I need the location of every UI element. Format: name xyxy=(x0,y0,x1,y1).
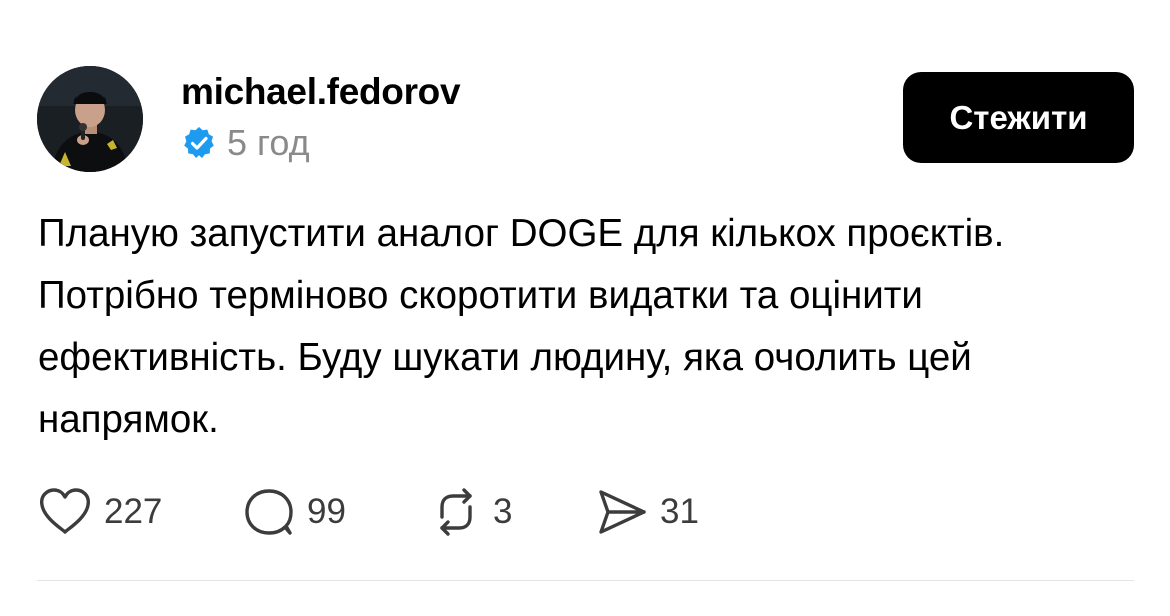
post-meta: 5 год xyxy=(181,120,310,166)
avatar-photo xyxy=(37,66,143,172)
verified-badge-icon xyxy=(181,125,217,161)
share-button[interactable]: 31 xyxy=(596,486,699,538)
username[interactable]: michael.fedorov xyxy=(181,68,461,116)
comment-button[interactable]: 99 xyxy=(243,486,431,538)
divider xyxy=(37,580,1134,581)
post-actions: 227 99 3 31 xyxy=(38,486,699,538)
thread-post: michael.fedorov 5 год Стежити Планую зап… xyxy=(0,0,1170,616)
share-count: 31 xyxy=(660,492,699,531)
like-count: 227 xyxy=(104,492,163,531)
post-text: Планую запустити аналог DOGE для кількох… xyxy=(38,212,1005,441)
heart-icon xyxy=(38,487,92,537)
send-icon xyxy=(596,487,648,537)
comment-bubble-icon xyxy=(243,487,295,537)
repost-icon xyxy=(431,487,481,537)
comment-count: 99 xyxy=(307,492,346,531)
repost-button[interactable]: 3 xyxy=(431,486,596,538)
like-button[interactable]: 227 xyxy=(38,486,243,538)
repost-count: 3 xyxy=(493,492,513,531)
follow-button[interactable]: Стежити xyxy=(903,72,1134,163)
post-time: 5 год xyxy=(227,122,310,163)
avatar[interactable] xyxy=(37,66,143,172)
